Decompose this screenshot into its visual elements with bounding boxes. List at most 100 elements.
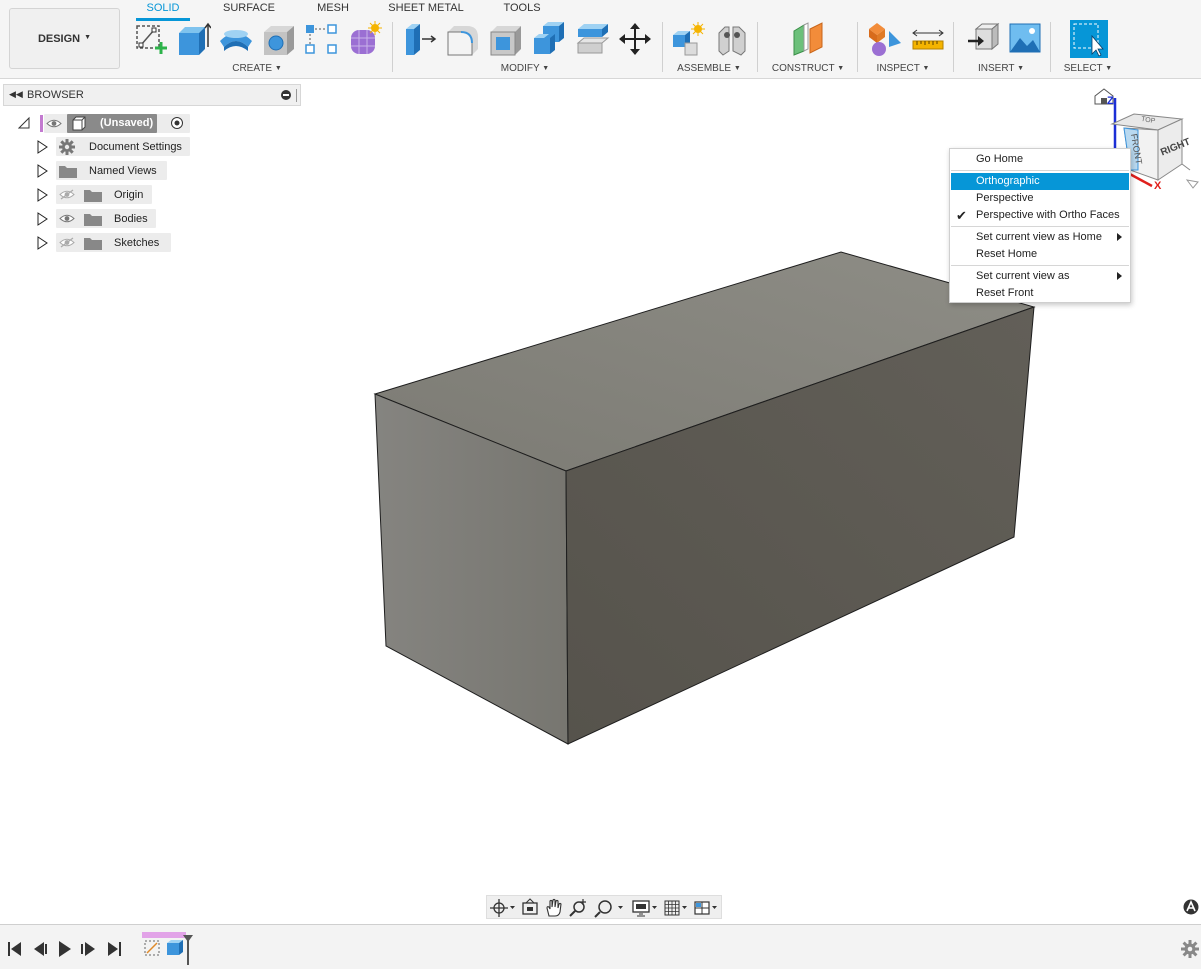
- menu-reset-home[interactable]: Reset Home: [950, 246, 1130, 263]
- timeline-extrude-feature-icon[interactable]: [167, 940, 183, 955]
- expand-triangle-icon[interactable]: [36, 164, 48, 178]
- offset-face-icon: [576, 24, 610, 54]
- inspect-group-menu[interactable]: INSPECT ▼: [874, 63, 932, 74]
- assemble-group-menu[interactable]: ASSEMBLE ▼: [674, 63, 744, 74]
- dropdown-caret-icon: ▼: [922, 65, 930, 72]
- press-pull-button[interactable]: [402, 21, 438, 57]
- zoom-icon[interactable]: [569, 899, 586, 917]
- combine-button[interactable]: [531, 21, 567, 57]
- hidden-eye-icon[interactable]: [59, 189, 75, 200]
- timeline-marker-handle[interactable]: [183, 935, 193, 965]
- look-at-icon[interactable]: [522, 898, 538, 915]
- tab-mesh[interactable]: MESH: [314, 2, 352, 14]
- visibility-eye-icon[interactable]: [46, 118, 62, 129]
- joint-button[interactable]: [713, 21, 749, 57]
- folder-icon: [84, 238, 102, 250]
- tab-solid[interactable]: SOLID: [136, 2, 190, 14]
- navigation-bar: [486, 895, 722, 919]
- section-analysis-button[interactable]: [867, 21, 903, 57]
- fillet-button[interactable]: [445, 21, 481, 57]
- menu-orthographic[interactable]: Orthographic: [951, 173, 1129, 190]
- tab-surface[interactable]: SURFACE: [220, 2, 278, 14]
- insert-canvas-button[interactable]: [1008, 21, 1044, 57]
- pattern-button[interactable]: [303, 21, 339, 57]
- minimize-panel-icon[interactable]: [281, 90, 291, 100]
- orbit-icon[interactable]: [490, 899, 515, 917]
- dropdown-caret-icon: ▼: [837, 65, 845, 72]
- visibility-eye-icon[interactable]: [59, 213, 75, 224]
- toolbar: DESIGN ▼ SOLID SURFACE MESH SHEET METAL …: [0, 0, 1201, 79]
- design-workspace-button[interactable]: DESIGN ▼: [9, 8, 120, 69]
- dropdown-caret-icon: ▼: [1105, 65, 1113, 72]
- hole-button[interactable]: [261, 21, 297, 57]
- menu-perspective-ortho-faces[interactable]: ✔ Perspective with Ortho Faces: [950, 207, 1130, 224]
- activate-component-radio-icon[interactable]: [170, 116, 184, 130]
- menu-set-view-as-home[interactable]: Set current view as Home: [950, 229, 1130, 246]
- collapse-panel-icon[interactable]: ◀◀: [9, 89, 23, 100]
- create-form-button[interactable]: [346, 21, 382, 57]
- expand-triangle-icon[interactable]: [36, 140, 48, 154]
- offset-plane-button[interactable]: [790, 21, 826, 57]
- tab-sheet-metal[interactable]: SHEET METAL: [386, 2, 466, 14]
- measure-button[interactable]: [910, 21, 946, 57]
- timeline-settings-gear-icon[interactable]: [1181, 940, 1199, 958]
- toolbar-separator: [857, 22, 858, 72]
- move-copy-button[interactable]: [617, 21, 653, 57]
- fit-view-icon[interactable]: [594, 900, 623, 918]
- menu-item-label: Set current view as: [976, 270, 1070, 282]
- timeline-sketch-feature-icon[interactable]: [144, 940, 160, 956]
- create-group-label: CREATE: [232, 63, 273, 74]
- create-group-menu[interactable]: CREATE ▼: [228, 63, 286, 74]
- menu-item-label: Perspective: [976, 192, 1034, 204]
- dropdown-caret-icon: ▼: [542, 65, 550, 72]
- offset-face-button[interactable]: [574, 21, 610, 57]
- box-top-face[interactable]: [373, 251, 1036, 472]
- new-component-icon: [673, 22, 705, 56]
- text-commands-icon[interactable]: [1183, 899, 1199, 915]
- axis-x-label: X: [1154, 180, 1162, 192]
- construct-group-menu[interactable]: CONSTRUCT ▼: [770, 63, 846, 74]
- expand-triangle-icon[interactable]: [36, 188, 48, 202]
- insert-group-menu[interactable]: INSERT ▼: [976, 63, 1026, 74]
- go-to-start-icon[interactable]: [8, 942, 21, 956]
- viewports-icon[interactable]: [694, 901, 717, 915]
- select-button[interactable]: [1070, 20, 1108, 58]
- shell-button[interactable]: [488, 21, 524, 57]
- pan-hand-icon[interactable]: [546, 898, 562, 917]
- timeline-graphic: [8, 932, 1199, 965]
- create-sketch-button[interactable]: [134, 21, 170, 57]
- expand-triangle-icon[interactable]: [36, 212, 48, 226]
- box-left-face[interactable]: [374, 393, 569, 745]
- component-color-marker: [40, 115, 43, 132]
- select-group-label: SELECT: [1063, 63, 1103, 74]
- component-icon: [72, 116, 86, 131]
- expand-triangle-icon[interactable]: [36, 236, 48, 250]
- extrude-button[interactable]: [175, 21, 211, 57]
- panel-grip-handle[interactable]: [296, 89, 298, 102]
- menu-set-current-view-as[interactable]: Set current view as: [950, 268, 1130, 285]
- step-forward-icon[interactable]: [81, 942, 95, 956]
- go-to-end-icon[interactable]: [108, 942, 121, 956]
- offset-plane-icon: [793, 22, 823, 56]
- display-settings-icon[interactable]: [632, 900, 657, 917]
- navigation-bar-graphic: [490, 898, 717, 918]
- press-pull-icon: [406, 24, 437, 55]
- menu-go-home[interactable]: Go Home: [950, 151, 1130, 168]
- new-component-button[interactable]: [670, 21, 706, 57]
- expanded-triangle-icon[interactable]: [18, 116, 30, 130]
- menu-reset-front[interactable]: Reset Front: [950, 285, 1130, 302]
- revolve-button[interactable]: [218, 21, 254, 57]
- step-back-icon[interactable]: [34, 942, 47, 956]
- modify-group-menu[interactable]: MODIFY ▼: [497, 63, 553, 74]
- insert-derive-button[interactable]: [966, 21, 1002, 57]
- play-icon[interactable]: [59, 941, 71, 957]
- tab-tools[interactable]: TOOLS: [498, 2, 546, 14]
- box-right-face[interactable]: [565, 306, 1035, 745]
- grid-settings-icon[interactable]: [664, 900, 687, 916]
- view-context-menu: Go Home Orthographic Perspective ✔ Persp…: [949, 148, 1131, 303]
- select-group-menu[interactable]: SELECT ▼: [1062, 63, 1114, 74]
- menu-perspective[interactable]: Perspective: [950, 190, 1130, 207]
- hidden-eye-icon[interactable]: [59, 237, 75, 248]
- folder-icon: [84, 214, 102, 226]
- select-cursor-icon: [1073, 23, 1104, 57]
